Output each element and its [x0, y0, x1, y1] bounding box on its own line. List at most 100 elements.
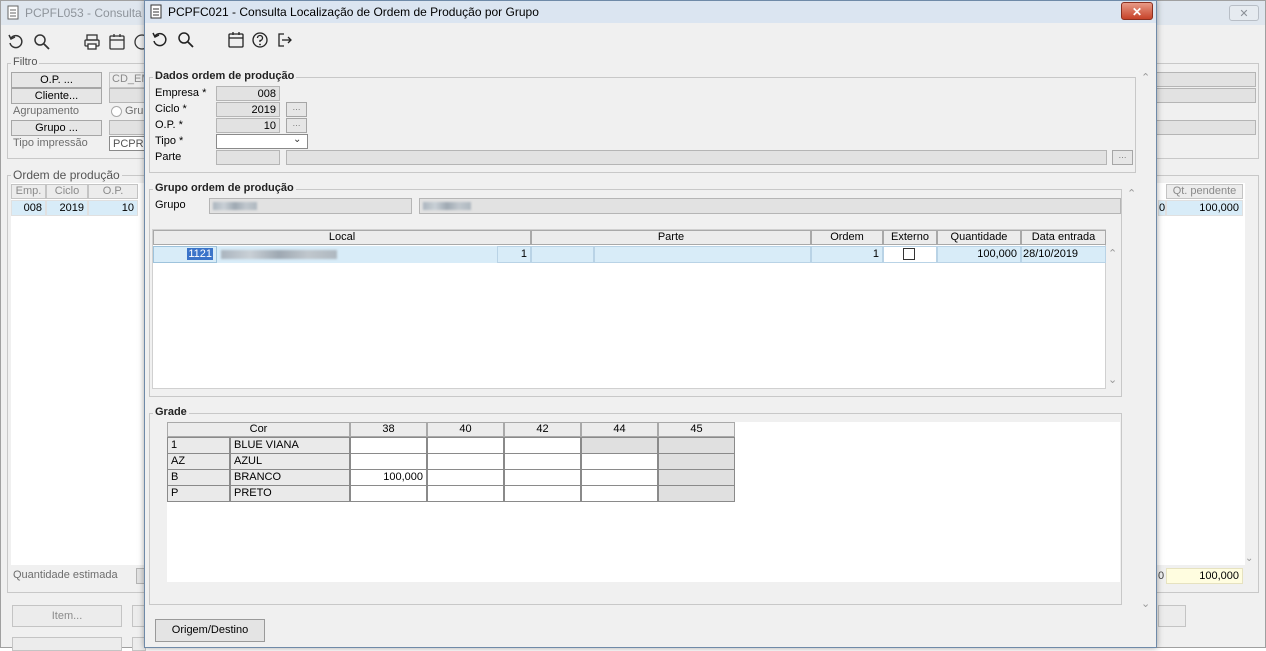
item-button[interactable]: Item...	[12, 605, 122, 627]
parte-lookup-button[interactable]: ⋯	[1112, 150, 1133, 165]
grade-group-label: Grade	[153, 406, 189, 418]
chevron-down-icon[interactable]: ⌄	[293, 134, 301, 145]
search-icon[interactable]	[33, 33, 51, 51]
dialog-scroll-down-icon[interactable]: ⌄	[1141, 597, 1150, 610]
grade-cell-42[interactable]	[504, 437, 581, 454]
row-emp[interactable]: 008	[11, 200, 46, 216]
col-externo: Externo	[883, 230, 937, 245]
local-num-cell[interactable]: 1	[497, 246, 531, 263]
agrupamento-radio[interactable]	[111, 106, 122, 117]
grade-cell-42[interactable]	[504, 453, 581, 470]
dados-group-label: Dados ordem de produção	[153, 70, 297, 82]
quantidade-cell[interactable]: 100,000	[937, 246, 1021, 263]
empresa-field: 008	[216, 86, 280, 101]
op-lookup-button[interactable]: ⋯	[286, 118, 307, 133]
grade-cell-42[interactable]	[504, 469, 581, 486]
grade-cell-44[interactable]	[581, 453, 658, 470]
op-lookup-button[interactable]: O.P. ...	[11, 72, 102, 88]
right-bottom-button[interactable]	[1158, 605, 1186, 627]
grade-cell-40[interactable]	[427, 469, 504, 486]
refresh-icon[interactable]	[7, 33, 25, 51]
parte-name-cell[interactable]	[594, 246, 811, 263]
grade-cell-42[interactable]	[504, 485, 581, 502]
grupo-label: Grupo	[155, 199, 186, 211]
grade-row-name: PRETO	[230, 485, 350, 502]
document-icon	[7, 5, 19, 20]
cliente-field	[109, 88, 147, 103]
row-right-small[interactable]: 0	[1158, 200, 1166, 216]
agrupamento-label: Agrupamento	[13, 105, 80, 117]
grupo-scroll-up-icon[interactable]: ⌃	[1127, 187, 1136, 200]
dialog-close-button[interactable]: ✕	[1121, 2, 1153, 20]
local-scroll-up-icon[interactable]: ⌃	[1108, 247, 1117, 260]
qtd-estimada-field: 100,000	[1166, 568, 1243, 584]
search-icon[interactable]	[177, 31, 195, 49]
qtd-estimada-small: 0	[1158, 570, 1165, 582]
grupo-description-redacted	[423, 202, 471, 210]
grade-cell-45	[658, 453, 735, 470]
row-op[interactable]: 10	[88, 200, 138, 216]
col-parte: Parte	[531, 230, 811, 245]
grade-cell-38[interactable]	[350, 485, 427, 502]
grade-cell-38[interactable]: 100,000	[350, 469, 427, 486]
background-close-button[interactable]: ✕	[1229, 5, 1259, 21]
ordem-group-label: Ordem de produção	[11, 168, 122, 182]
data-entrada-cell[interactable]: 28/10/2019	[1021, 246, 1106, 263]
col-size-45: 45	[658, 422, 735, 437]
local-name-redacted	[221, 250, 337, 259]
parte-description-field	[286, 150, 1107, 165]
col-size-40: 40	[427, 422, 504, 437]
grupo-lookup-button[interactable]: Grupo ...	[11, 120, 102, 136]
agrupamento-radio-label: Gru	[125, 105, 144, 117]
grade-cell-44[interactable]	[581, 469, 658, 486]
local-code-value: 1121	[187, 248, 213, 260]
exit-icon[interactable]	[276, 31, 294, 49]
calendar-icon[interactable]	[108, 33, 126, 51]
ciclo-lookup-button[interactable]: ⋯	[286, 102, 307, 117]
col-qt-pendente: Qt. pendente	[1166, 184, 1243, 199]
grade-row-code: B	[167, 469, 230, 486]
col-size-42: 42	[504, 422, 581, 437]
tipo-impressao-field[interactable]: PCPR0	[109, 136, 147, 151]
qtd-estimada-label: Quantidade estimada	[13, 569, 118, 581]
printer-icon[interactable]	[83, 33, 101, 51]
grade-cell-38[interactable]	[350, 453, 427, 470]
dialog-scroll-up-icon[interactable]: ⌃	[1141, 71, 1150, 84]
bottom-button-2[interactable]	[12, 637, 122, 651]
row-qt-pendente[interactable]: 100,000	[1166, 200, 1243, 216]
ordem-scrollbar-down-icon[interactable]: ⌄	[1245, 553, 1257, 565]
filter-right-field-2	[1156, 88, 1256, 103]
filter-right-field-3	[1156, 120, 1256, 135]
col-ordem: Ordem	[811, 230, 883, 245]
externo-checkbox[interactable]	[903, 248, 915, 260]
cd-emp-header: CD_EM	[109, 72, 147, 88]
filter-right-field-1	[1156, 72, 1256, 87]
grupo-field	[109, 120, 147, 135]
grade-cell-44[interactable]	[581, 485, 658, 502]
grade-cell-40[interactable]	[427, 437, 504, 454]
grade-cell-40[interactable]	[427, 485, 504, 502]
col-op: O.P.	[88, 184, 138, 199]
ordem-cell[interactable]: 1	[811, 246, 883, 263]
grade-cell-38[interactable]	[350, 437, 427, 454]
refresh-icon[interactable]	[151, 31, 169, 49]
document-icon	[150, 4, 162, 19]
calendar-icon[interactable]	[227, 31, 245, 49]
col-emp: Emp.	[11, 184, 46, 199]
grade-row-code: AZ	[167, 453, 230, 470]
op-label: O.P. *	[155, 119, 183, 131]
local-scroll-down-icon[interactable]: ⌄	[1108, 373, 1117, 386]
grade-row-code: P	[167, 485, 230, 502]
grade-cell-45	[658, 437, 735, 454]
help-icon[interactable]	[251, 31, 269, 49]
parte-code-cell[interactable]	[531, 246, 594, 263]
cliente-lookup-button[interactable]: Cliente...	[11, 88, 102, 104]
dialog-window: PCPFC021 - Consulta Localização de Ordem…	[144, 0, 1157, 648]
grade-cell-45	[658, 469, 735, 486]
ciclo-label: Ciclo *	[155, 103, 187, 115]
grade-cell-40[interactable]	[427, 453, 504, 470]
tipo-impressao-label: Tipo impressão	[13, 137, 88, 149]
local-code-cell[interactable]: 1121	[153, 246, 217, 263]
row-ciclo[interactable]: 2019	[46, 200, 88, 216]
origem-destino-button[interactable]: Origem/Destino	[155, 619, 265, 642]
